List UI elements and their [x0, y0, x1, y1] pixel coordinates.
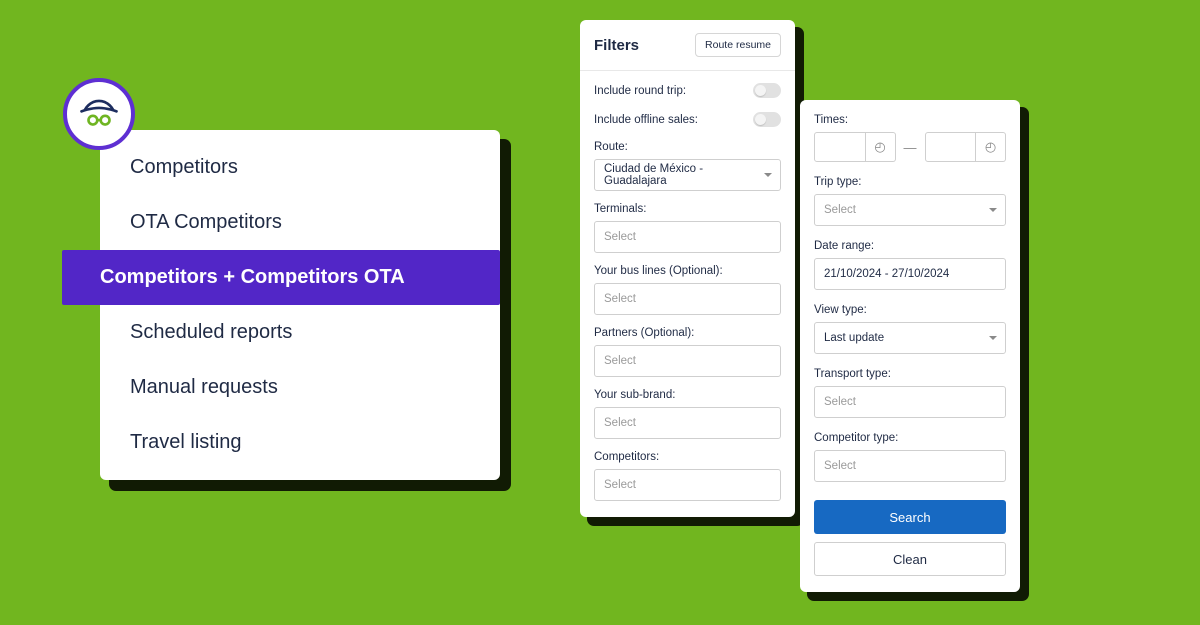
date-range-input[interactable]: 21/10/2024 - 27/10/2024	[814, 258, 1006, 290]
time-from-group: ◴	[814, 132, 896, 162]
clock-icon: ◴	[985, 139, 996, 155]
partners-placeholder: Select	[604, 355, 636, 367]
sidebar-item-competitors[interactable]: Competitors	[100, 140, 500, 195]
hat-glasses-icon	[78, 93, 120, 135]
bus-lines-label: Your bus lines (Optional):	[594, 265, 781, 277]
include-round-trip-row: Include round trip:	[594, 83, 781, 98]
clean-button[interactable]: Clean	[814, 542, 1006, 576]
filters-title: Filters	[594, 37, 639, 54]
partners-label: Partners (Optional):	[594, 327, 781, 339]
terminals-label: Terminals:	[594, 203, 781, 215]
action-buttons: Search Clean	[814, 500, 1006, 576]
time-separator: —	[902, 140, 919, 155]
time-from-input[interactable]	[814, 132, 866, 162]
sidebar-item-scheduled-reports[interactable]: Scheduled reports	[100, 305, 500, 360]
route-resume-button[interactable]: Route resume	[695, 33, 781, 57]
chevron-down-icon	[989, 208, 997, 212]
transport-type-label: Transport type:	[814, 368, 1006, 380]
sidebar-item-manual-requests[interactable]: Manual requests	[100, 360, 500, 415]
competitors-select[interactable]: Select	[594, 469, 781, 501]
times-label: Times:	[814, 114, 1006, 126]
sidebar-menu: Competitors OTA Competitors Competitors …	[100, 130, 500, 480]
bus-lines-placeholder: Select	[604, 293, 636, 305]
trip-type-placeholder: Select	[824, 204, 856, 216]
route-value: Ciudad de México - Guadalajara	[604, 163, 752, 187]
filters-panel: Filters Route resume Include round trip:…	[580, 20, 795, 517]
right-filters-panel: Times: ◴ — ◴ Trip type: Select Date rang…	[800, 100, 1020, 592]
view-type-value: Last update	[824, 332, 884, 344]
filters-body: Include round trip: Include offline sale…	[580, 71, 795, 517]
terminals-select[interactable]: Select	[594, 221, 781, 253]
sub-brand-label: Your sub-brand:	[594, 389, 781, 401]
sidebar-item-competitors-plus-ota[interactable]: Competitors + Competitors OTA	[62, 250, 500, 305]
competitor-type-select[interactable]: Select	[814, 450, 1006, 482]
transport-type-select[interactable]: Select	[814, 386, 1006, 418]
include-round-trip-toggle[interactable]	[753, 83, 781, 98]
competitors-placeholder: Select	[604, 479, 636, 491]
partners-select[interactable]: Select	[594, 345, 781, 377]
competitors-label: Competitors:	[594, 451, 781, 463]
terminals-placeholder: Select	[604, 231, 636, 243]
brand-logo	[63, 78, 135, 150]
include-offline-sales-toggle[interactable]	[753, 112, 781, 127]
sidebar-item-travel-listing[interactable]: Travel listing	[100, 415, 500, 470]
search-button[interactable]: Search	[814, 500, 1006, 534]
view-type-select[interactable]: Last update	[814, 322, 1006, 354]
view-type-label: View type:	[814, 304, 1006, 316]
date-range-label: Date range:	[814, 240, 1006, 252]
trip-type-select[interactable]: Select	[814, 194, 1006, 226]
sidebar-item-ota-competitors[interactable]: OTA Competitors	[100, 195, 500, 250]
bus-lines-select[interactable]: Select	[594, 283, 781, 315]
route-select[interactable]: Ciudad de México - Guadalajara	[594, 159, 781, 191]
sub-brand-select[interactable]: Select	[594, 407, 781, 439]
transport-type-placeholder: Select	[824, 396, 856, 408]
time-from-clock-button[interactable]: ◴	[866, 132, 896, 162]
route-label: Route:	[594, 141, 781, 153]
time-to-group: ◴	[925, 132, 1007, 162]
filters-header: Filters Route resume	[580, 20, 795, 71]
include-round-trip-label: Include round trip:	[594, 85, 686, 97]
trip-type-label: Trip type:	[814, 176, 1006, 188]
time-to-clock-button[interactable]: ◴	[976, 132, 1006, 162]
clock-icon: ◴	[874, 139, 885, 155]
chevron-down-icon	[764, 173, 772, 177]
date-range-value: 21/10/2024 - 27/10/2024	[824, 268, 949, 280]
competitor-type-placeholder: Select	[824, 460, 856, 472]
times-row: ◴ — ◴	[814, 132, 1006, 162]
chevron-down-icon	[989, 336, 997, 340]
sub-brand-placeholder: Select	[604, 417, 636, 429]
include-offline-sales-label: Include offline sales:	[594, 114, 698, 126]
include-offline-sales-row: Include offline sales:	[594, 112, 781, 127]
time-to-input[interactable]	[925, 132, 977, 162]
competitor-type-label: Competitor type:	[814, 432, 1006, 444]
